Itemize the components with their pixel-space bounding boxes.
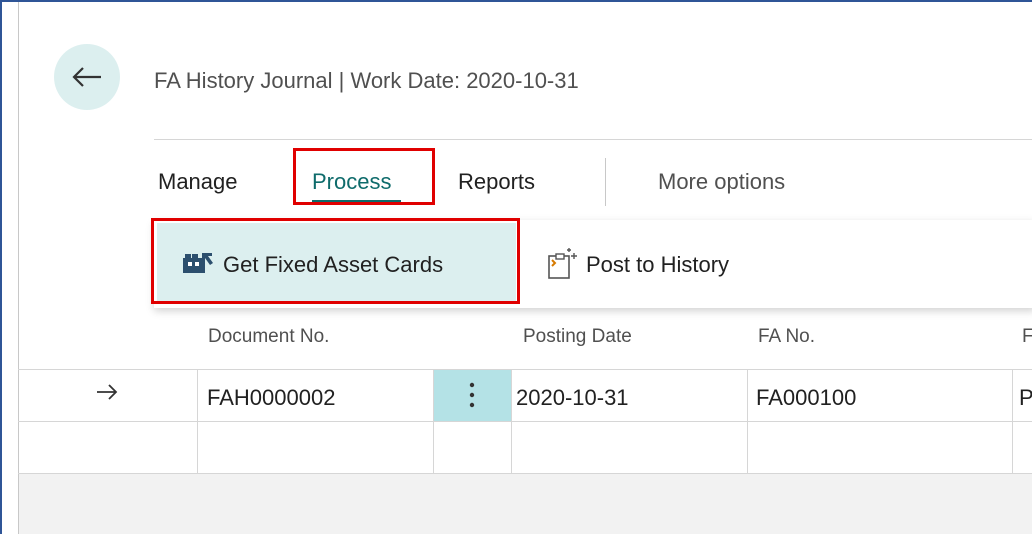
cell-posting-date[interactable]: 2020-10-31 bbox=[516, 385, 629, 411]
tab-process[interactable]: Process bbox=[312, 169, 391, 195]
column-header-posting-date[interactable]: Posting Date bbox=[523, 326, 632, 348]
grid-line bbox=[1012, 369, 1013, 474]
cell-truncated[interactable]: P bbox=[1019, 385, 1032, 411]
cell-fa-no[interactable]: FA000100 bbox=[756, 385, 856, 411]
grid-line bbox=[511, 369, 512, 474]
row-arrow-icon bbox=[97, 384, 118, 400]
title-divider bbox=[154, 139, 1032, 140]
column-header-truncated[interactable]: F bbox=[1022, 326, 1032, 348]
tab-manage[interactable]: Manage bbox=[158, 169, 238, 195]
grid-line bbox=[747, 369, 748, 474]
tab-more-options[interactable]: More options bbox=[658, 169, 785, 195]
grid-line bbox=[18, 421, 1032, 422]
footer-area bbox=[19, 474, 1032, 534]
get-fixed-asset-cards-label: Get Fixed Asset Cards bbox=[223, 252, 444, 277]
post-history-icon bbox=[548, 248, 577, 279]
get-fa-cards-icon bbox=[183, 253, 213, 273]
grid-line bbox=[18, 369, 1032, 370]
cell-document-no[interactable]: FAH0000002 bbox=[207, 385, 335, 411]
app-frame: FA History Journal | Work Date: 2020-10-… bbox=[0, 0, 1032, 534]
tab-process-active-indicator bbox=[312, 200, 401, 202]
back-arrow-icon bbox=[72, 67, 101, 87]
row-actions-button[interactable] bbox=[434, 370, 511, 421]
back-button[interactable] bbox=[54, 44, 120, 110]
post-to-history-button[interactable]: Post to History bbox=[586, 252, 729, 278]
page-title: FA History Journal | Work Date: 2020-10-… bbox=[154, 68, 579, 93]
column-header-document-no[interactable]: Document No. bbox=[208, 326, 329, 348]
vertical-ellipsis-icon bbox=[469, 382, 475, 408]
tab-separator bbox=[605, 158, 606, 206]
column-header-fa-no[interactable]: FA No. bbox=[758, 326, 815, 348]
grid-line bbox=[197, 369, 198, 474]
tab-reports[interactable]: Reports bbox=[458, 169, 535, 195]
